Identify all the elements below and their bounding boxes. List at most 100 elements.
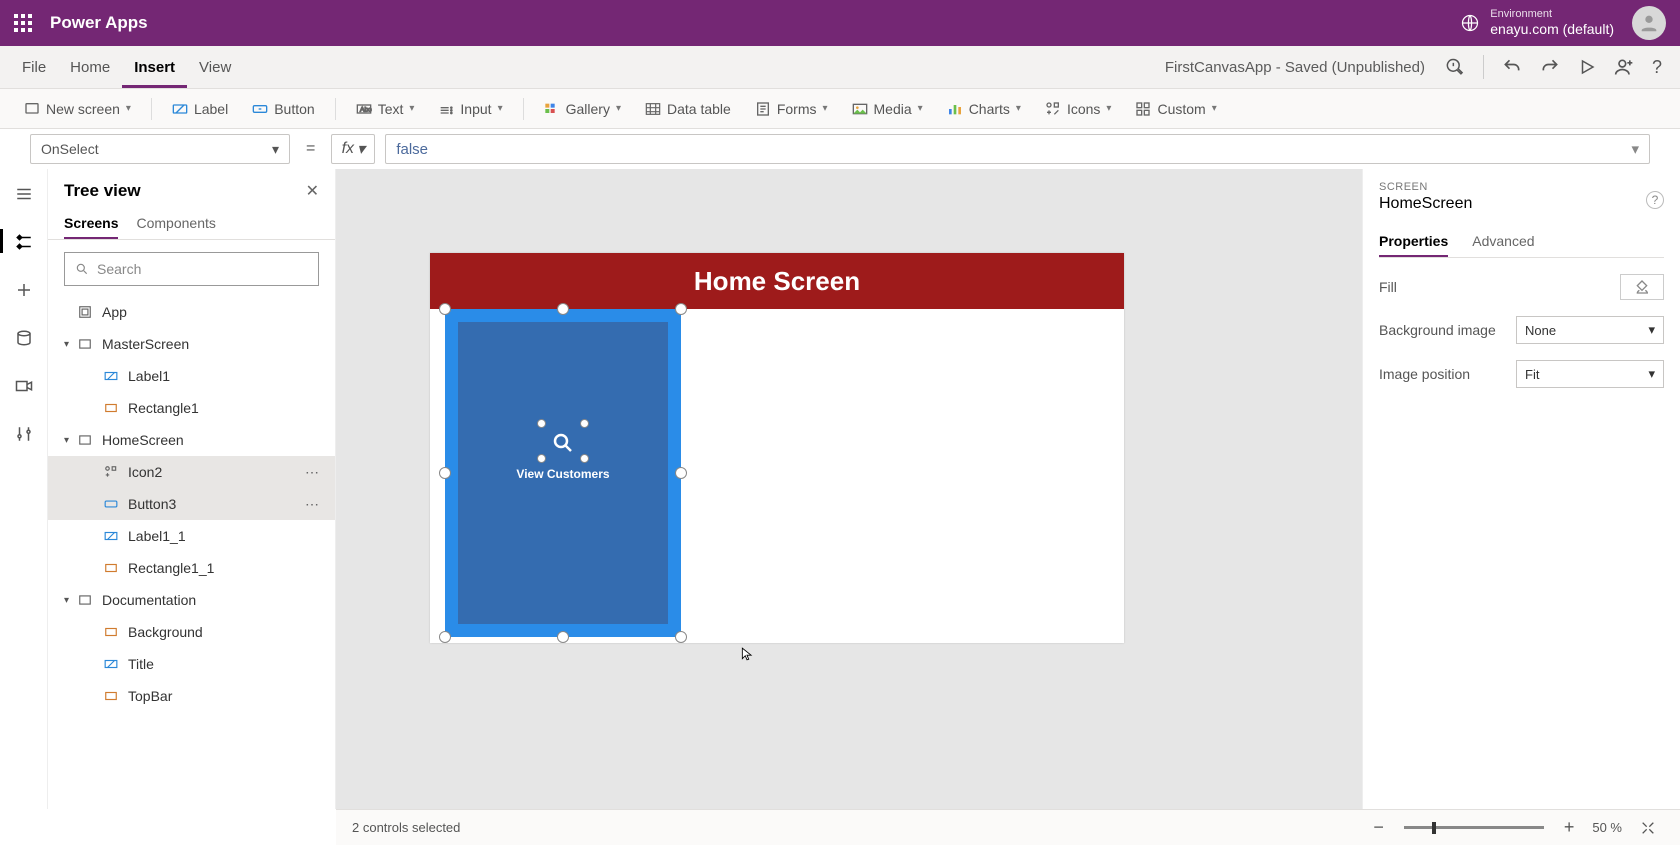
resize-handle[interactable] [439, 467, 451, 479]
waffle-icon[interactable] [14, 14, 32, 32]
resize-handle[interactable] [557, 303, 569, 315]
share-icon[interactable] [1614, 57, 1634, 77]
hamburger-icon[interactable] [13, 183, 35, 205]
fit-screen-button[interactable] [1632, 820, 1664, 836]
app-icon [76, 303, 94, 321]
data-table-label: Data table [667, 101, 731, 117]
tab-advanced[interactable]: Advanced [1472, 227, 1534, 257]
tree-node-app[interactable]: App [48, 296, 335, 328]
gallery-button[interactable]: Gallery ▾ [534, 97, 631, 121]
new-screen-label: New screen [46, 101, 120, 117]
redo-icon[interactable] [1540, 57, 1560, 77]
zoom-out-button[interactable]: − [1365, 817, 1392, 838]
search-input[interactable]: Search [64, 252, 319, 286]
resize-handle[interactable] [439, 631, 451, 643]
tree-node-title[interactable]: Title [48, 648, 335, 680]
canvas-screen[interactable]: Home Screen V [430, 253, 1124, 643]
user-avatar[interactable] [1632, 6, 1666, 40]
charts-button[interactable]: Charts ▾ [937, 97, 1031, 121]
tree-view-icon[interactable] [13, 231, 35, 253]
formula-expression: false [396, 141, 428, 158]
node-label: MasterScreen [102, 336, 189, 352]
zoom-in-button[interactable]: + [1556, 817, 1583, 838]
fx-button[interactable]: fx▾ [331, 134, 375, 164]
chevron-down-icon: ▾ [409, 103, 414, 114]
app-status: FirstCanvasApp - Saved (Unpublished) [1165, 59, 1437, 76]
media-button[interactable]: Media ▾ [842, 97, 933, 121]
input-label: Input [460, 101, 491, 117]
more-icon[interactable]: ⋯ [305, 496, 321, 513]
node-label: Title [128, 656, 154, 672]
img-pos-dropdown[interactable]: Fit ▾ [1516, 360, 1664, 388]
tree-node-homescreen[interactable]: ▾ HomeScreen [48, 424, 335, 456]
play-icon[interactable] [1578, 58, 1596, 76]
icons-label: Icons [1067, 101, 1100, 117]
tree-node-background[interactable]: Background [48, 616, 335, 648]
resize-handle[interactable] [675, 631, 687, 643]
zoom-slider[interactable] [1404, 826, 1544, 829]
close-icon[interactable]: ✕ [306, 181, 319, 201]
environment-picker[interactable]: Environment enayu.com (default) [1490, 8, 1614, 38]
tree-node-documentation[interactable]: ▾ Documentation [48, 584, 335, 616]
button-button[interactable]: Button [242, 97, 324, 121]
bg-image-dropdown[interactable]: None ▾ [1516, 316, 1664, 344]
resize-handle[interactable] [557, 631, 569, 643]
resize-handle[interactable] [439, 303, 451, 315]
menu-home[interactable]: Home [58, 46, 122, 88]
media-icon[interactable] [13, 375, 35, 397]
node-label: Button3 [128, 496, 176, 512]
tree-node-rectangle1[interactable]: Rectangle1 [48, 392, 335, 424]
custom-button[interactable]: Custom ▾ [1125, 97, 1226, 121]
resize-handle[interactable] [675, 467, 687, 479]
app-checker-icon[interactable] [1445, 57, 1465, 77]
tab-components[interactable]: Components [136, 209, 215, 239]
tree-node-rectangle1-1[interactable]: Rectangle1_1 [48, 552, 335, 584]
undo-icon[interactable] [1502, 57, 1522, 77]
collapse-icon[interactable]: ▾ [64, 435, 76, 446]
node-label: Rectangle1_1 [128, 560, 214, 576]
menu-insert[interactable]: Insert [122, 46, 187, 88]
property-dropdown[interactable]: OnSelect ▾ [30, 134, 290, 164]
selected-icon-control[interactable] [541, 423, 585, 459]
collapse-icon[interactable]: ▾ [64, 339, 76, 350]
tree-node-masterscreen[interactable]: ▾ MasterScreen [48, 328, 335, 360]
tree-node-topbar[interactable]: TopBar [48, 680, 335, 712]
tab-properties[interactable]: Properties [1379, 227, 1448, 257]
main-area: Tree view ✕ Screens Components Search Ap… [0, 169, 1680, 809]
menu-bar: File Home Insert View FirstCanvasApp - S… [0, 46, 1680, 89]
tools-icon[interactable] [13, 423, 35, 445]
rectangle-icon [102, 687, 120, 705]
environment-icon[interactable] [1460, 13, 1480, 33]
more-icon[interactable]: ⋯ [305, 464, 321, 481]
help-icon[interactable]: ? [1652, 57, 1662, 78]
forms-button[interactable]: Forms ▾ [745, 97, 838, 121]
selected-button-control[interactable]: View Customers [445, 309, 681, 637]
tree-node-label1[interactable]: Label1 [48, 360, 335, 392]
canvas-area[interactable]: Home Screen V [336, 169, 1362, 809]
new-screen-button[interactable]: New screen ▾ [14, 97, 141, 121]
tree-node-label1-1[interactable]: Label1_1 [48, 520, 335, 552]
help-icon[interactable]: ? [1646, 191, 1664, 209]
chevron-down-icon: ▾ [126, 103, 131, 114]
collapse-icon[interactable]: ▾ [64, 595, 76, 606]
label-button[interactable]: Label [162, 97, 238, 121]
add-icon[interactable] [13, 279, 35, 301]
fill-swatch[interactable] [1620, 274, 1664, 300]
text-button[interactable]: Abc Text ▾ [346, 97, 425, 121]
label-icon [102, 655, 120, 673]
menu-file[interactable]: File [10, 46, 58, 88]
input-button[interactable]: Input ▾ [428, 97, 512, 121]
tree-node-button3[interactable]: Button3 ⋯ [48, 488, 335, 520]
formula-bar: OnSelect ▾ = fx▾ false ▾ [0, 129, 1680, 169]
tree-node-icon2[interactable]: Icon2 ⋯ [48, 456, 335, 488]
insert-ribbon: New screen ▾ Label Button Abc Text ▾ Inp… [0, 89, 1680, 129]
formula-input[interactable]: false ▾ [385, 134, 1650, 164]
data-icon[interactable] [13, 327, 35, 349]
menu-view[interactable]: View [187, 46, 243, 88]
resize-handle[interactable] [675, 303, 687, 315]
node-label: Label1_1 [128, 528, 186, 544]
tab-screens[interactable]: Screens [64, 209, 118, 239]
node-label: Background [128, 624, 203, 640]
icons-button[interactable]: Icons ▾ [1035, 97, 1122, 121]
data-table-button[interactable]: Data table [635, 97, 741, 121]
